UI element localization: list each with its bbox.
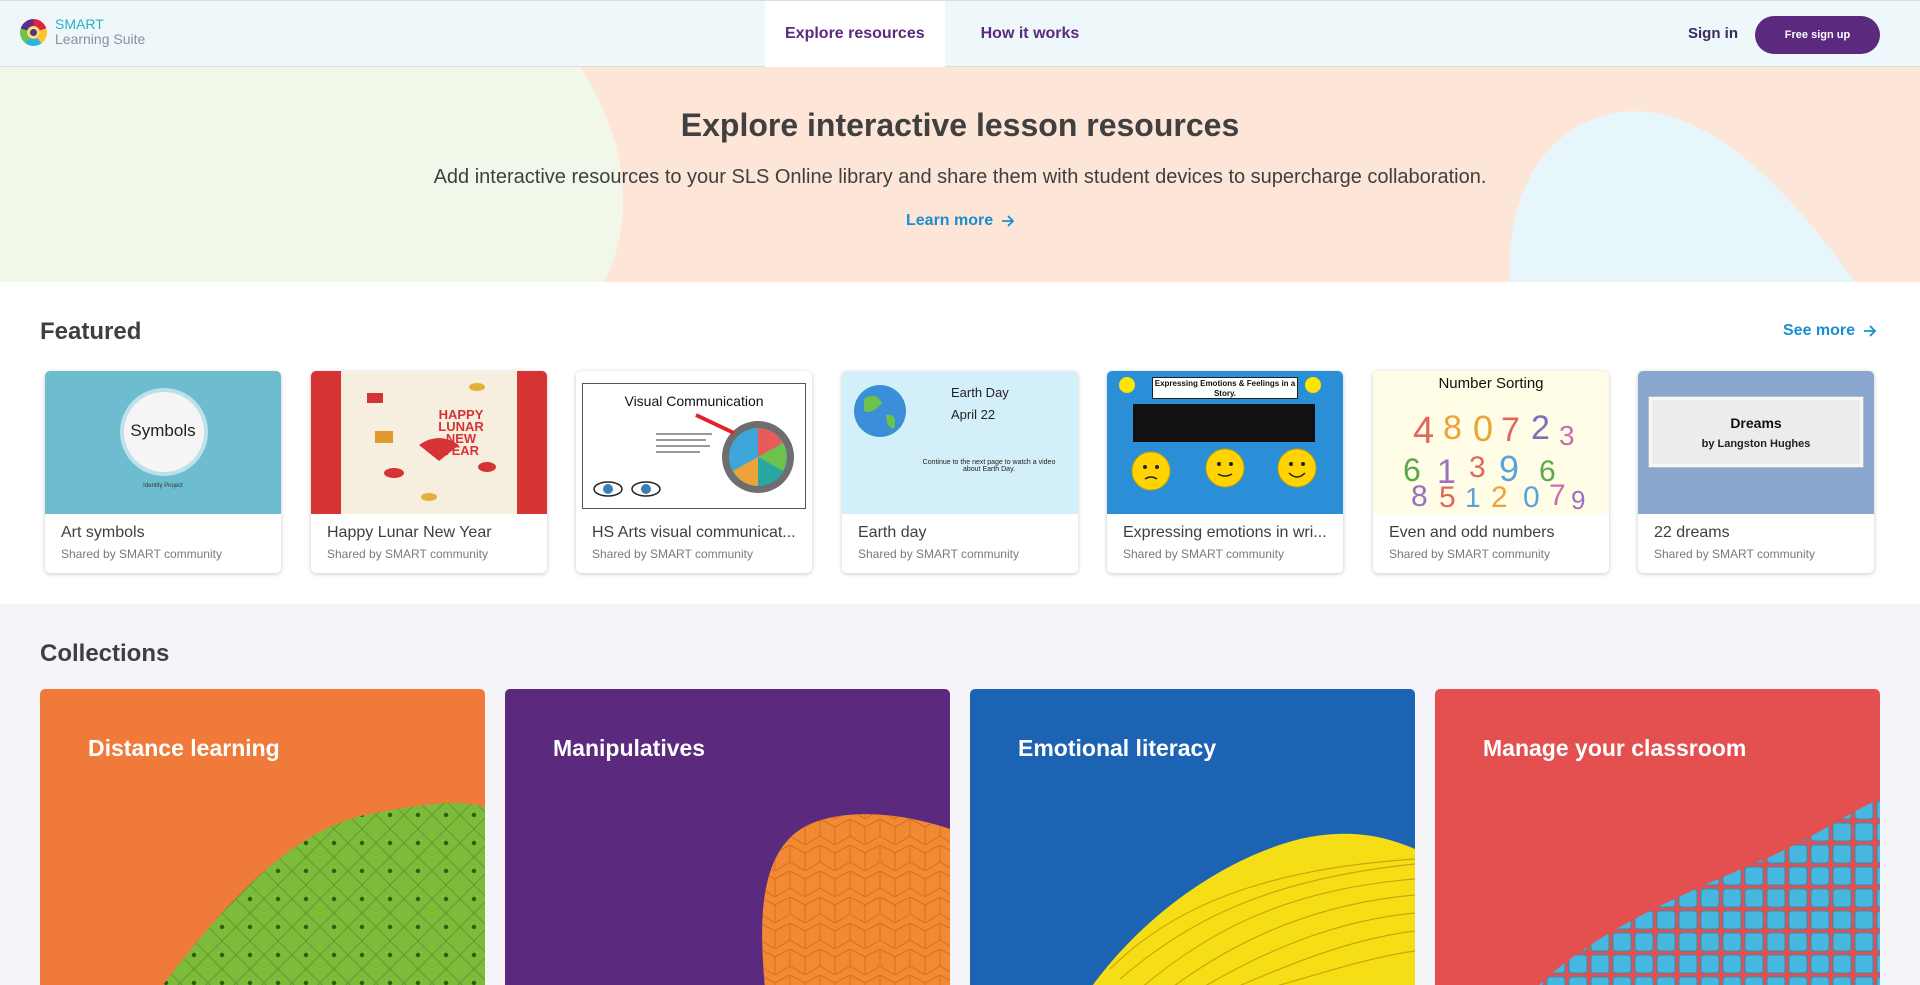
resource-card-lunar-new-year[interactable]: HAPPY LUNAR NEW YEAR Happy Lunar New Yea… — [311, 371, 547, 573]
resource-card-number-sorting[interactable]: Number Sorting 4 8 0 7 2 3 6 1 3 9 6 8 5… — [1373, 371, 1609, 573]
svg-text:8: 8 — [1411, 480, 1428, 513]
featured-title: Featured — [40, 318, 142, 345]
thumb-line1: Dreams — [1730, 415, 1782, 431]
card-thumbnail: Expressing Emotions & Feelings in a Stor… — [1107, 371, 1343, 514]
svg-text:8: 8 — [1443, 409, 1462, 447]
card-author: Shared by SMART community — [327, 547, 488, 561]
hero-banner: Explore interactive lesson resources Add… — [0, 67, 1920, 282]
arrow-right-icon — [1864, 325, 1877, 337]
free-signup-button[interactable]: Free sign up — [1755, 16, 1880, 54]
resource-card-art-symbols[interactable]: Symbols Identity Project Art symbols Sha… — [45, 371, 281, 573]
card-thumbnail: Symbols Identity Project — [45, 371, 281, 514]
svg-text:3: 3 — [1469, 451, 1486, 484]
learn-more-link[interactable]: Learn more — [906, 212, 1015, 230]
svg-text:1: 1 — [1465, 482, 1481, 513]
color-wheel-graphic — [593, 413, 794, 497]
resource-card-visual-communication[interactable]: Visual Communication HS Arts visual comm… — [576, 371, 812, 573]
green-lattice-pattern — [163, 803, 485, 985]
card-title: HS Arts visual communicat... — [592, 524, 796, 541]
blue-grid-pattern — [1539, 799, 1880, 985]
thumb-text: HAPPY LUNAR NEW YEAR — [438, 407, 484, 458]
orange-cube-pattern — [762, 814, 950, 985]
thumb-note: Continue to the next page to watch a vid… — [922, 459, 1056, 473]
card-author: Shared by SMART community — [61, 547, 222, 561]
see-more-label: See more — [1783, 322, 1856, 339]
collection-label: Manipulatives — [553, 735, 706, 761]
arrow-right-icon — [1002, 215, 1015, 227]
card-thumbnail: Number Sorting 4 8 0 7 2 3 6 1 3 9 6 8 5… — [1373, 371, 1609, 514]
smart-logo[interactable]: SMART Learning Suite — [20, 17, 145, 47]
collection-card-manipulatives[interactable]: Manipulatives — [505, 689, 950, 985]
svg-text:2: 2 — [1491, 481, 1508, 514]
sign-in-link[interactable]: Sign in — [1688, 25, 1738, 42]
card-thumbnail: HAPPY LUNAR NEW YEAR — [311, 371, 547, 514]
card-title: Happy Lunar New Year — [327, 524, 492, 541]
logo-line1: SMART — [55, 16, 104, 32]
tab-explore-resources[interactable]: Explore resources — [765, 1, 945, 67]
thumb-heading: Symbols — [130, 421, 196, 440]
resource-card-earth-day[interactable]: Earth Day April 22 Continue to the next … — [842, 371, 1078, 573]
svg-text:0: 0 — [1523, 481, 1540, 514]
card-title: Art symbols — [61, 524, 145, 541]
smart-logo-icon — [20, 18, 47, 46]
svg-text:7: 7 — [1549, 479, 1566, 512]
thumb-line2: by Langston Hughes — [1701, 438, 1811, 450]
card-thumbnail: Visual Communication — [576, 371, 812, 514]
hero-title: Explore interactive lesson resources — [680, 107, 1240, 143]
see-more-link[interactable]: See more — [1783, 322, 1877, 340]
card-title: Expressing emotions in wri... — [1123, 524, 1327, 541]
card-title: Even and odd numbers — [1389, 524, 1555, 541]
collection-label: Emotional literacy — [1018, 735, 1217, 761]
card-author: Shared by SMART community — [1123, 547, 1284, 561]
card-author: Shared by SMART community — [592, 547, 753, 561]
thumb-line2: April 22 — [951, 407, 996, 422]
thumb-caption: Identity Project — [143, 483, 183, 489]
svg-text:5: 5 — [1439, 481, 1456, 514]
svg-text:4: 4 — [1413, 410, 1434, 452]
card-author: Shared by SMART community — [1654, 547, 1815, 561]
collection-label: Distance learning — [88, 735, 280, 761]
svg-text:0: 0 — [1473, 408, 1493, 449]
yellow-wave-pattern — [1092, 833, 1415, 985]
card-author: Shared by SMART community — [858, 547, 1019, 561]
collection-card-emotional-literacy[interactable]: Emotional literacy — [970, 689, 1415, 985]
card-thumbnail: Dreams by Langston Hughes — [1638, 371, 1874, 514]
collections-title: Collections — [40, 640, 170, 667]
featured-section: Featured See more Symbols Identity Proje… — [0, 282, 1920, 604]
collection-card-distance-learning[interactable]: Distance learning — [40, 689, 485, 985]
learn-more-label: Learn more — [906, 212, 994, 229]
svg-text:3: 3 — [1559, 420, 1575, 451]
card-title: 22 dreams — [1654, 524, 1730, 541]
colored-numbers-graphic: 4 8 0 7 2 3 6 1 3 9 6 8 5 1 2 0 7 9 — [1403, 408, 1585, 514]
collection-label: Manage your classroom — [1483, 735, 1747, 761]
card-author: Shared by SMART community — [1389, 547, 1550, 561]
collection-card-manage-your-classroom[interactable]: Manage your classroom — [1435, 689, 1880, 985]
top-navigation-bar: SMART Learning Suite Explore resources H… — [0, 0, 1920, 67]
svg-text:2: 2 — [1531, 409, 1550, 447]
tab-how-it-works[interactable]: How it works — [945, 1, 1100, 67]
thumb-line1: Earth Day — [951, 385, 1009, 400]
logo-line2: Learning Suite — [55, 31, 146, 47]
resource-card-expressing-emotions[interactable]: Expressing Emotions & Feelings in a Stor… — [1107, 371, 1343, 573]
card-title: Earth day — [858, 524, 927, 541]
main-nav: Explore resources How it works — [765, 1, 1099, 67]
hero-subtitle: Add interactive resources to your SLS On… — [433, 166, 1487, 188]
emoji-faces — [1119, 377, 1321, 491]
card-thumbnail: Earth Day April 22 Continue to the next … — [842, 371, 1078, 514]
thumb-paper — [1649, 397, 1863, 467]
svg-text:9: 9 — [1571, 485, 1585, 514]
resource-card-22-dreams[interactable]: Dreams by Langston Hughes 22 dreams Shar… — [1638, 371, 1874, 573]
svg-text:7: 7 — [1501, 411, 1520, 449]
